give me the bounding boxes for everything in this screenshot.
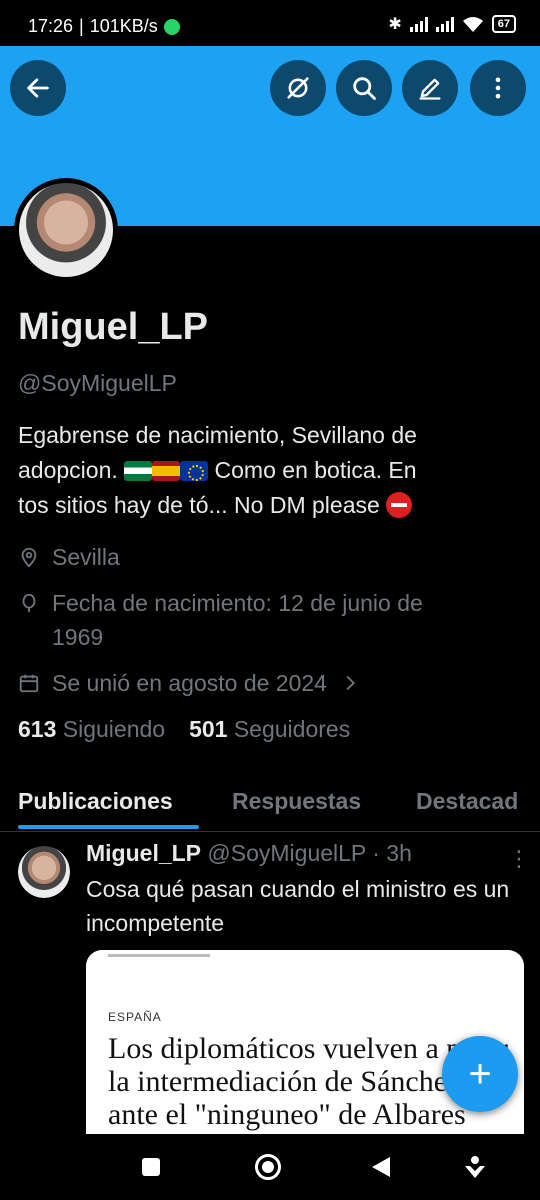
bio-line-3: tos sitios hay de tó... No DM please [18,488,518,523]
post-avatar[interactable] [18,846,70,898]
no-entry-icon [386,492,413,518]
edit-button[interactable] [402,60,458,116]
post-handle-time: @SoyMiguelLP · 3h [207,840,412,866]
post-author[interactable]: Miguel_LP [86,840,201,866]
compose-button[interactable]: + [442,1036,518,1112]
profile-birthdate: Fecha de nacimiento: 12 de junio de 1969 [18,586,423,654]
chevron-right-icon [346,675,355,691]
bio-line-2: adopcion. Como en botica. En [18,457,417,483]
calendar-icon [19,674,39,693]
post-text: Cosa qué pasan cuando el ministro es un … [86,876,510,936]
search-button[interactable] [336,60,392,116]
more-vertical-icon [495,77,501,99]
assistant-icon[interactable] [463,1154,487,1180]
search-icon [353,77,376,100]
more-options-button[interactable] [470,60,526,116]
eu-flag-icon [180,461,209,481]
location-pin-icon [21,547,37,568]
system-nav-bar [0,1134,540,1200]
signal-icon [409,16,428,32]
battery-icon: 67 [491,15,516,33]
tab-destacados[interactable]: Destacad [416,788,518,815]
profile-handle: @SoyMiguelLP [18,370,177,396]
followers-link[interactable]: 501 Seguidores [189,716,350,743]
follow-stats: 613 Siguiendo 501 Seguidores [18,716,350,743]
whatsapp-icon [163,18,180,35]
pencil-icon [419,78,441,100]
status-speed: 101KB/s [89,16,158,36]
profile-location: Sevilla [18,540,120,574]
bluetooth-icon: ✱ [388,16,402,33]
wifi-icon [462,17,483,32]
post-header: Miguel_LP @SoyMiguelLP · 3h [86,840,412,867]
tab-respuestas[interactable]: Respuestas [232,788,361,815]
tab-underline [18,825,199,829]
profile-avatar[interactable] [14,178,118,282]
profile-bio: Egabrense de nacimiento, Sevillano de ad… [18,418,518,523]
balloon-icon [22,593,36,613]
tab-publicaciones[interactable]: Publicaciones [18,788,173,815]
profile-name: Miguel_LP [18,306,209,348]
recents-button[interactable] [142,1158,160,1176]
status-left: 17:26 | 101KB/s [28,16,180,37]
following-link[interactable]: 613 Siguiendo [18,716,165,743]
card-kicker: ESPAÑA [108,1010,162,1024]
profile-joined[interactable]: Se unió en agosto de 2024 [18,666,361,700]
profile-tabs: Publicaciones Respuestas Destacad [0,780,540,832]
post-more-icon[interactable]: ⋮ [508,846,530,872]
status-time: 17:26 [28,16,74,36]
system-back-button[interactable] [372,1157,390,1177]
avatar-photo [19,183,113,277]
home-button[interactable] [255,1154,281,1180]
status-right: ✱ 67 [388,14,516,34]
slash-circle-icon [287,77,309,99]
back-button[interactable] [10,60,66,116]
signal-icon-2 [435,16,454,32]
status-bar: 17:26 | 101KB/s ✱ 67 [0,0,540,46]
plus-icon: + [468,1052,492,1096]
post-avatar-photo [18,846,70,898]
spain-flag-icon [152,461,181,481]
arrow-left-icon [27,78,49,98]
bio-line-1: Egabrense de nacimiento, Sevillano de [18,422,417,448]
andalusia-flag-icon [124,461,153,481]
card-progress-bar [108,954,210,957]
grok-button[interactable] [270,60,326,116]
